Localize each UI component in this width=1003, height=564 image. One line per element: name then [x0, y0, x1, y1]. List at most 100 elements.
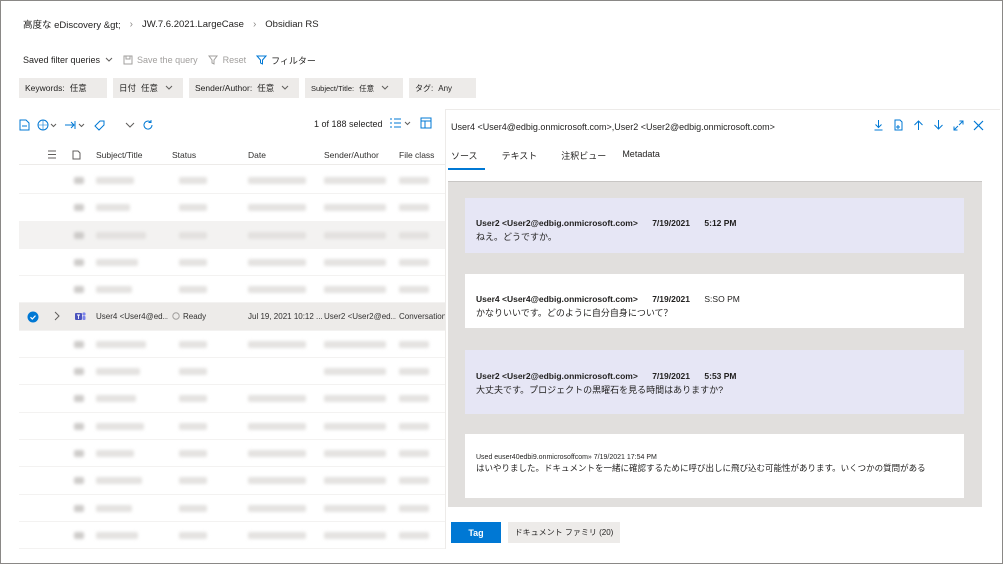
- filter-pill-value: 任意: [359, 83, 375, 93]
- date-filter[interactable]: 日付 任意: [113, 78, 183, 98]
- download-icon[interactable]: [871, 118, 885, 132]
- pane-separator: [445, 109, 1000, 110]
- filter-pill-value: Any: [438, 83, 453, 93]
- globe-icon[interactable]: [37, 119, 57, 131]
- saved-filter-queries-button[interactable]: Saved filter queries: [23, 55, 113, 65]
- table-row[interactable]: [19, 413, 445, 440]
- column-sender[interactable]: Sender/Author: [324, 150, 379, 160]
- document-icon[interactable]: [891, 118, 905, 132]
- subject-title-filter[interactable]: Subject/Title: 任意: [305, 78, 403, 98]
- app-window: 高度な eDiscovery &gt; › JW.7.6.2021.LargeC…: [0, 0, 1003, 564]
- breadcrumb-item[interactable]: 高度な eDiscovery &gt;: [23, 17, 121, 31]
- column-file-class[interactable]: File class: [399, 150, 434, 160]
- pane-divider: [445, 109, 446, 549]
- move-icon[interactable]: [64, 119, 86, 131]
- breadcrumb-item[interactable]: JW.7.6.2021.LargeCase: [142, 19, 244, 30]
- message-sender: User2 <User2@edbig.onmicrosoft.com>: [476, 218, 638, 228]
- column-date[interactable]: Date: [248, 150, 266, 160]
- column-options-icon[interactable]: [420, 117, 432, 129]
- tag-icon[interactable]: [93, 119, 106, 131]
- filter-pill-label: 日付: [119, 83, 137, 93]
- reset-button[interactable]: Reset: [207, 55, 247, 65]
- message-meta: User4 <User4@edbig.onmicrosoft.com> 7/19…: [476, 294, 953, 304]
- close-icon[interactable]: [971, 118, 985, 132]
- keywords-filter[interactable]: Keywords: 任意: [19, 78, 107, 98]
- chevron-right-icon[interactable]: [53, 311, 60, 323]
- table-row[interactable]: [19, 467, 445, 495]
- filter-pill-label: Sender/Author:: [195, 83, 253, 93]
- table-row[interactable]: [19, 276, 445, 304]
- save-query-label: Save the query: [137, 55, 198, 65]
- checkmark-icon[interactable]: [27, 311, 39, 325]
- tab-annotate[interactable]: 注釈ビュー: [558, 149, 609, 170]
- filter-pill-value: 任意: [69, 83, 87, 93]
- table-row[interactable]: [19, 522, 445, 550]
- filter-pill-value: 任意: [141, 83, 159, 93]
- table-row[interactable]: [19, 194, 445, 222]
- table-row-selected[interactable]: User4 <User4@ed... Ready Jul 19, 2021 10…: [19, 303, 445, 331]
- filter-pill-label: タグ:: [415, 83, 434, 93]
- viewer-tabs: ソース テキスト 注釈ビュー Metadata: [448, 149, 681, 171]
- document-list: User4 <User4@ed... Ready Jul 19, 2021 10…: [19, 167, 445, 550]
- chevron-right-icon: ›: [129, 18, 134, 30]
- saved-filter-queries-label: Saved filter queries: [23, 55, 101, 65]
- message-time: 5:12 PM: [704, 218, 737, 228]
- breadcrumb: 高度な eDiscovery &gt; › JW.7.6.2021.LargeC…: [23, 17, 319, 32]
- table-row[interactable]: [19, 331, 445, 359]
- column-status[interactable]: Status: [172, 150, 196, 160]
- table-row[interactable]: [19, 167, 445, 195]
- chevron-down-icon[interactable]: [125, 121, 135, 129]
- arrow-up-icon[interactable]: [911, 118, 925, 132]
- message-sender: User2 <User2@edbig.onmicrosoft.com>: [476, 371, 638, 381]
- message-text: かなりいいです。どのように自分自身について？: [476, 308, 673, 318]
- conversation-viewer: User2 <User2@edbig.onmicrosoft.com> 7/19…: [448, 181, 982, 507]
- table-row[interactable]: [19, 221, 445, 249]
- tag-filter[interactable]: タグ: Any: [409, 78, 476, 98]
- detail-actions: [865, 118, 985, 132]
- breadcrumb-item[interactable]: Obsidian RS: [265, 19, 318, 30]
- arrow-down-icon[interactable]: [931, 118, 945, 132]
- table-row[interactable]: [19, 385, 445, 413]
- filter-icon: [256, 55, 268, 65]
- filter-bar: Keywords: 任意 日付 任意 Sender/Author: 任意 Sub…: [19, 78, 482, 98]
- tab-text[interactable]: テキスト: [499, 149, 541, 170]
- list-view-controls: [389, 117, 439, 129]
- table-row[interactable]: [19, 249, 445, 277]
- sender-author-filter[interactable]: Sender/Author: 任意: [189, 78, 299, 98]
- chevron-down-icon: [381, 85, 389, 90]
- teams-icon: [75, 311, 86, 324]
- table-row[interactable]: [19, 440, 445, 468]
- message-card: Used euser40edbi9.onmicrosoffcom» 7/19/2…: [465, 434, 964, 498]
- tag-button[interactable]: Tag: [451, 522, 501, 543]
- message-date: 7/19/2021: [593, 454, 625, 461]
- tab-source[interactable]: ソース: [448, 149, 485, 170]
- document-family-button[interactable]: ドキュメント ファミリ (20): [508, 522, 620, 543]
- row-date: Jul 19, 2021 10:12 ...: [248, 312, 322, 322]
- file-type-icon: [72, 150, 81, 162]
- reset-label: Reset: [222, 55, 247, 65]
- table-row[interactable]: [19, 358, 445, 386]
- chevron-down-icon: [165, 85, 173, 90]
- detail-title: User4 <User4@edbig.onmicrosoft.com>,User…: [451, 122, 775, 132]
- viewer-footer: Tag ドキュメント ファミリ (20): [451, 522, 620, 543]
- row-status: Ready: [183, 312, 207, 322]
- column-subject[interactable]: Subject/Title: [96, 150, 142, 160]
- group-by-icon[interactable]: [389, 117, 413, 129]
- save-query-button[interactable]: Save the query: [123, 55, 198, 65]
- message-sender: Used euser40edbi9.onmicrosoffcom»: [476, 454, 592, 461]
- message-time: 5:53 PM: [704, 371, 737, 381]
- list-toolbar: 1 of 188 selected: [19, 115, 445, 135]
- selection-count: 1 of 188 selected: [314, 119, 383, 129]
- filter-button[interactable]: フィルター: [256, 54, 316, 67]
- refresh-icon[interactable]: [142, 119, 154, 131]
- export-icon[interactable]: [19, 119, 30, 131]
- message-text: はいやりました。ドキュメントを一緒に確認するために呼び出しに飛び込む可能性があり…: [476, 463, 926, 473]
- tab-metadata[interactable]: Metadata: [619, 149, 663, 170]
- message-card: User4 <User4@edbig.onmicrosoft.com> 7/19…: [465, 274, 964, 328]
- expand-icon[interactable]: [951, 118, 965, 132]
- list-options-icon[interactable]: [47, 150, 57, 161]
- chevron-right-icon: ›: [252, 18, 257, 30]
- message-meta: Used euser40edbi9.onmicrosoffcom» 7/19/2…: [476, 454, 953, 461]
- table-row[interactable]: [19, 495, 445, 522]
- filter-pill-label: Keywords:: [25, 83, 65, 93]
